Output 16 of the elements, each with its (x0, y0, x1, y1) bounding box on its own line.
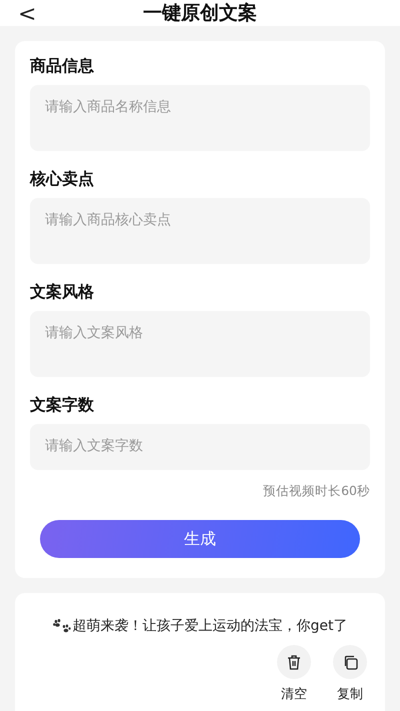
field-label: 商品信息 (30, 56, 95, 77)
back-button[interactable]: < (14, 2, 40, 27)
field-label: 核心卖点 (30, 169, 95, 190)
field-label: 文案风格 (30, 282, 95, 303)
trash-icon (287, 654, 301, 670)
page-title: 一键原创文案 (143, 1, 257, 26)
paw-icon (52, 619, 70, 633)
input-field[interactable]: 请输入文案风格 (30, 311, 370, 377)
generate-button[interactable]: 生成 (40, 520, 360, 558)
field-label: 文案字数 (30, 395, 95, 416)
result-text: 超萌来袭！让孩子爱上运动的法宝，你get了 (72, 617, 348, 635)
copy-icon (342, 654, 358, 670)
duration-hint: 预估视频时长60秒 (263, 483, 370, 500)
input-field[interactable]: 请输入文案字数 (30, 424, 370, 470)
input-field[interactable]: 请输入商品核心卖点 (30, 198, 370, 264)
input-field[interactable]: 请输入商品名称信息 (30, 85, 370, 151)
